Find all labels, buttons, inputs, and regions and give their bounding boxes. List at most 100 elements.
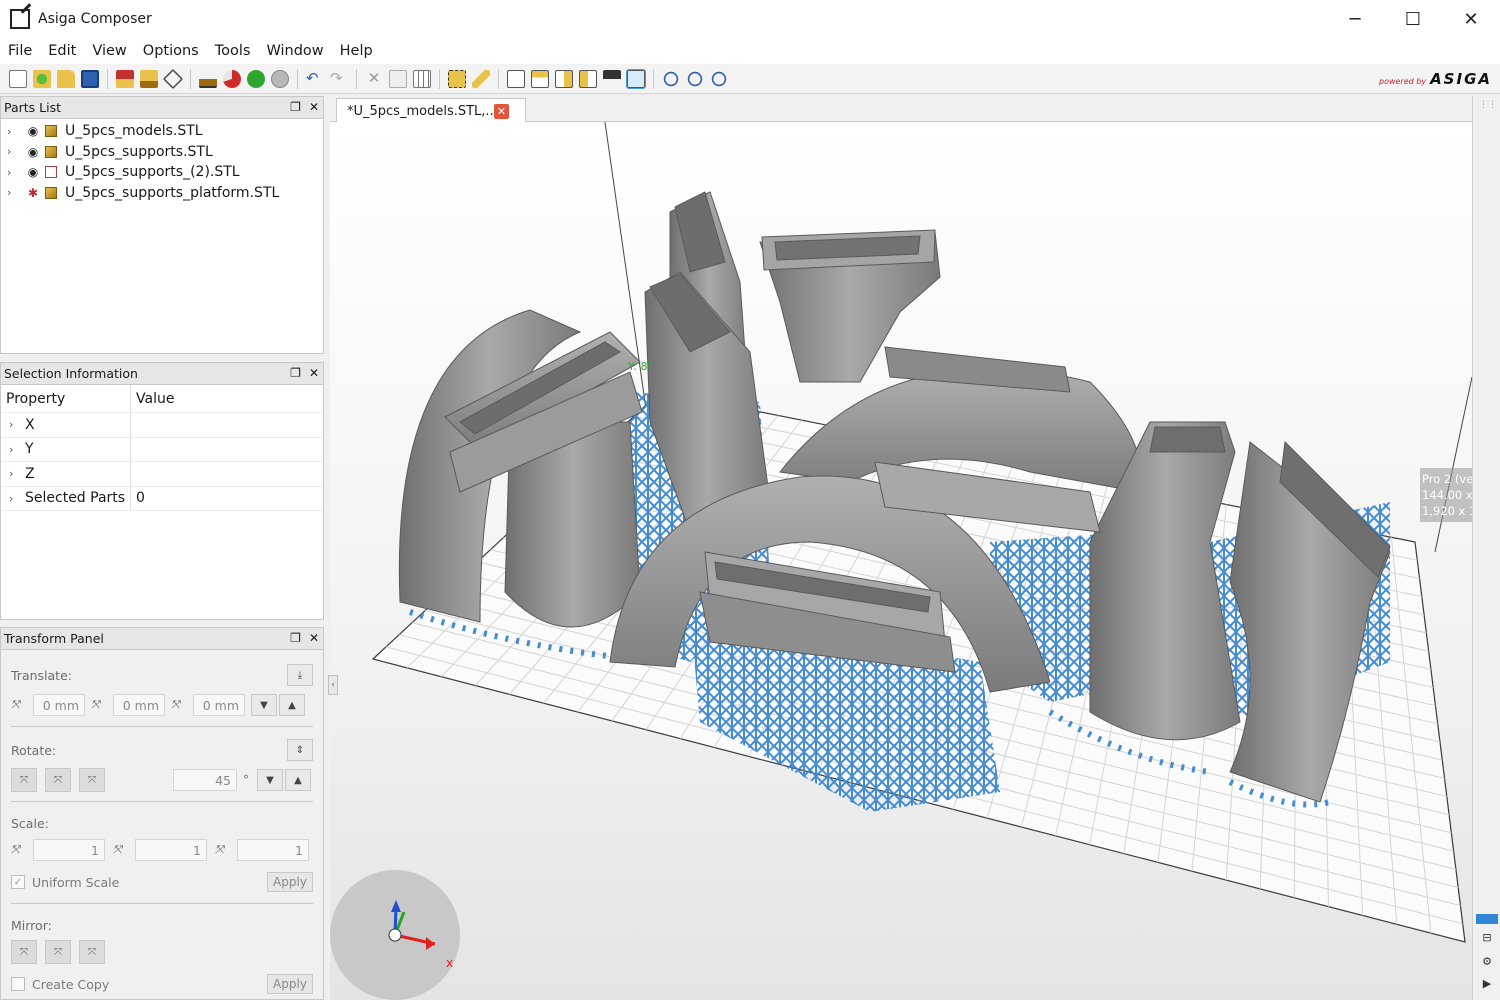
part-row[interactable]: › ✱ U_5pcs_supports_platform.STL — [1, 183, 323, 204]
view-perspective-icon[interactable] — [626, 68, 646, 89]
float-icon[interactable]: ❐ — [290, 100, 301, 114]
rotate-reset-button[interactable]: ⇕ — [287, 739, 313, 761]
arrange-icon[interactable] — [413, 69, 431, 88]
property-row[interactable]: › Z — [1, 462, 323, 487]
printer-status-icon[interactable] — [271, 69, 289, 88]
view-top-icon[interactable] — [531, 69, 549, 88]
property-row[interactable]: › X — [1, 413, 323, 438]
value-column-header[interactable]: Value — [131, 391, 174, 407]
supports-icon[interactable] — [140, 69, 158, 88]
part-row[interactable]: › ◉ U_5pcs_supports.STL — [1, 142, 323, 163]
minimize-button[interactable]: ─ — [1326, 0, 1384, 38]
grip-icon[interactable]: ⋮⋮ — [1479, 100, 1497, 110]
close-panel-icon[interactable]: ✕ — [309, 100, 319, 114]
printer-model: Pro 2 (ve — [1422, 472, 1472, 486]
select-all-icon[interactable] — [448, 69, 466, 88]
zoom-fit-icon[interactable] — [711, 71, 727, 86]
zoom-out-icon[interactable] — [687, 71, 703, 86]
drop-to-platform-button[interactable]: ⤓ — [287, 664, 313, 686]
expand-chevron-icon[interactable]: › — [9, 443, 19, 456]
float-icon[interactable]: ❐ — [290, 366, 301, 380]
menu-options[interactable]: Options — [135, 43, 207, 59]
expand-chevron-icon[interactable]: › — [9, 418, 19, 431]
maximize-button[interactable]: ☐ — [1384, 0, 1442, 38]
property-column-header[interactable]: Property — [1, 385, 131, 412]
eye-icon[interactable]: ◉ — [25, 165, 41, 179]
new-file-icon[interactable] — [9, 69, 27, 88]
translate-x-input[interactable]: 0 mm — [33, 694, 85, 716]
layer-play-icon[interactable]: ▶ — [1481, 978, 1493, 990]
copy-icon[interactable] — [389, 69, 407, 88]
rotate-y-button[interactable]: ⤧ — [45, 768, 71, 792]
part-row[interactable]: › ◉ U_5pcs_supports_(2).STL — [1, 162, 323, 183]
save-icon[interactable] — [81, 69, 99, 88]
menu-view[interactable]: View — [84, 43, 134, 59]
eye-hidden-icon[interactable]: ✱ — [25, 186, 41, 200]
float-icon[interactable]: ❐ — [290, 631, 301, 645]
expand-chevron-icon[interactable]: › — [7, 186, 17, 199]
rotate-up-button[interactable]: ▲ — [285, 769, 311, 791]
expand-chevron-icon[interactable]: › — [9, 492, 19, 505]
translate-down-button[interactable]: ▼ — [251, 694, 277, 716]
layer-tool-icon[interactable]: ⚙ — [1481, 956, 1493, 968]
rotate-angle-input[interactable]: 45 — [173, 769, 237, 791]
layers-icon[interactable] — [162, 68, 184, 89]
measure-icon[interactable] — [472, 69, 490, 88]
play-icon[interactable] — [247, 69, 265, 88]
translate-y-input[interactable]: 0 mm — [113, 694, 165, 716]
eye-icon[interactable]: ◉ — [25, 124, 41, 138]
translate-z-input[interactable]: 0 mm — [193, 694, 245, 716]
eye-icon[interactable]: ◉ — [25, 145, 41, 159]
menu-edit[interactable]: Edit — [40, 43, 84, 59]
property-row[interactable]: › Selected Parts 0 — [1, 486, 323, 511]
rotate-down-button[interactable]: ▼ — [257, 769, 283, 791]
scene-canvas[interactable]: x — [330, 122, 1472, 1000]
zoom-in-icon[interactable] — [663, 71, 679, 86]
rotate-z-button[interactable]: ⤧ — [79, 768, 105, 792]
view-side-icon[interactable] — [579, 69, 597, 88]
uniform-scale-checkbox[interactable]: ✓ — [11, 875, 25, 889]
view-iso-icon[interactable] — [507, 69, 525, 88]
expand-chevron-icon[interactable]: › — [7, 145, 17, 158]
scale-x-input[interactable]: 1 — [33, 839, 105, 861]
close-button[interactable]: ✕ — [1442, 0, 1500, 38]
delete-icon[interactable]: ✕ — [365, 70, 383, 88]
create-copy-checkbox[interactable] — [11, 977, 25, 991]
rotate-x-button[interactable]: ⤧ — [11, 768, 37, 792]
translate-up-button[interactable]: ▲ — [279, 694, 305, 716]
close-panel-icon[interactable]: ✕ — [309, 366, 319, 380]
redo-icon[interactable]: ↷ — [330, 70, 348, 88]
scale-z-input[interactable]: 1 — [237, 839, 309, 861]
scale-y-input[interactable]: 1 — [135, 839, 207, 861]
view-bottom-icon[interactable] — [603, 69, 621, 88]
menu-help[interactable]: Help — [332, 43, 381, 59]
document-tab[interactable]: *U_5pcs_models.STL,... ✕ — [336, 98, 526, 123]
pie-chart-icon[interactable] — [223, 69, 241, 88]
slice-view-icon[interactable] — [116, 69, 134, 88]
undo-icon[interactable]: ↶ — [306, 70, 324, 88]
property-row[interactable]: › Y — [1, 437, 323, 462]
add-part-icon[interactable] — [33, 69, 51, 88]
3d-viewport[interactable]: x Y: 81 Pro 2 (ve 144.00 x 1,920 x 1 — [330, 122, 1472, 1000]
scale-apply-button[interactable]: Apply — [267, 872, 313, 892]
expand-chevron-icon[interactable]: › — [7, 125, 17, 138]
part-row[interactable]: › ◉ U_5pcs_models.STL — [1, 121, 323, 142]
menu-window[interactable]: Window — [258, 43, 331, 59]
orientation-gizmo[interactable]: x — [330, 870, 460, 1000]
mirror-z-button[interactable]: ⤧ — [79, 940, 105, 964]
mirror-y-button[interactable]: ⤧ — [45, 940, 71, 964]
close-panel-icon[interactable]: ✕ — [309, 631, 319, 645]
layer-indicator[interactable] — [1476, 914, 1498, 924]
dock-collapse-handle[interactable]: ‹ — [328, 675, 338, 695]
platform-icon[interactable] — [199, 69, 217, 88]
expand-chevron-icon[interactable]: › — [7, 166, 17, 179]
menu-tools[interactable]: Tools — [207, 43, 259, 59]
mirror-apply-button[interactable]: Apply — [267, 974, 313, 994]
mirror-x-button[interactable]: ⤧ — [11, 940, 37, 964]
open-folder-icon[interactable] — [57, 69, 75, 88]
layer-up-icon[interactable]: ⊟ — [1481, 932, 1493, 944]
tab-close-icon[interactable]: ✕ — [494, 104, 509, 119]
view-front-icon[interactable] — [555, 69, 573, 88]
menu-file[interactable]: File — [0, 43, 40, 59]
expand-chevron-icon[interactable]: › — [9, 467, 19, 480]
